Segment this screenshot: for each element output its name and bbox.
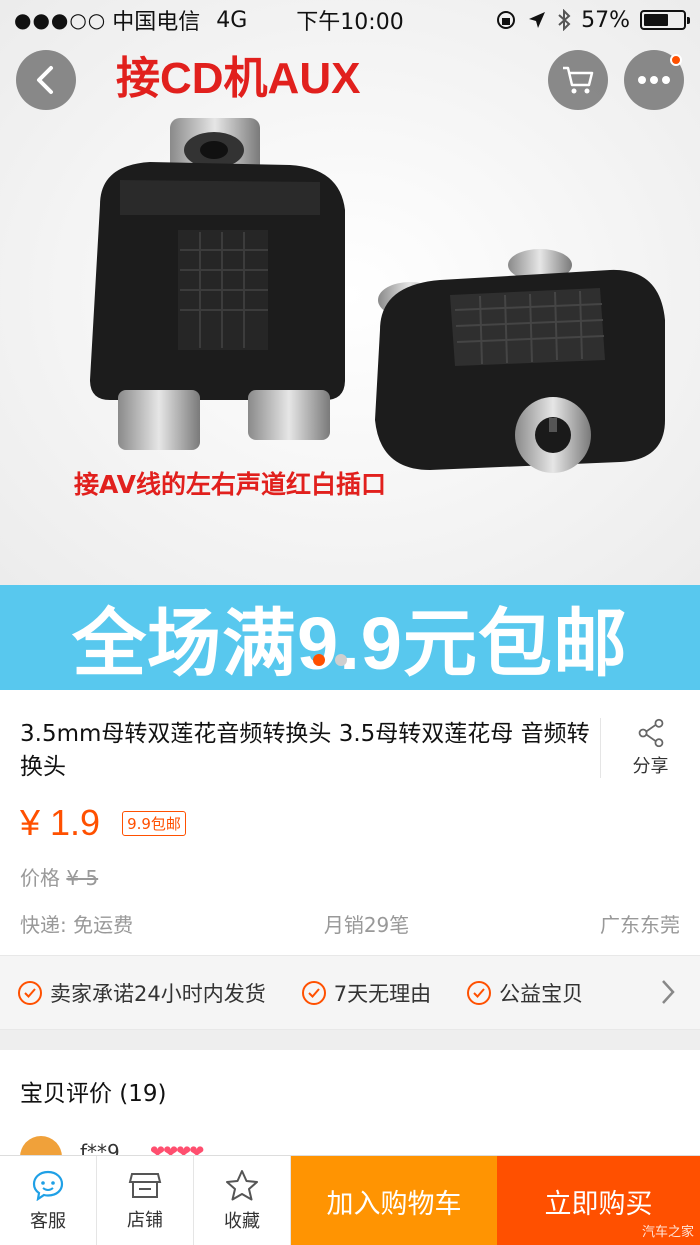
shipping-tag: 9.9包邮: [122, 810, 186, 836]
bluetooth-icon: [558, 9, 571, 31]
promo-banner: 全场满9.9元包邮: [0, 585, 700, 690]
carrier-name: 中国电信: [112, 10, 201, 35]
original-price-label: 价格: [20, 866, 60, 890]
promise-label: 7天无理由: [333, 981, 432, 1006]
network-type: 4G: [216, 7, 248, 33]
buy-now-label: 立即购买: [544, 1188, 653, 1220]
promise-label: 公益宝贝: [499, 981, 584, 1006]
buy-now-button[interactable]: 立即购买 汽车之家: [497, 1156, 700, 1245]
service-promises[interactable]: 卖家承诺24小时内发货 7天无理由 公益宝贝: [0, 955, 700, 1030]
image-title-overlay: 接CD机AUX: [116, 54, 361, 103]
product-detail-page: ●●●○○ 中国电信 4G 下午10:00 57% 接CD机AUX 接AV线的左…: [0, 0, 700, 1245]
cart-button[interactable]: [548, 50, 608, 110]
customer-service-button[interactable]: 客服: [0, 1156, 97, 1245]
promise-item: 7天无理由: [301, 978, 432, 1008]
location-arrow-icon: [529, 12, 546, 28]
check-circle-icon: [18, 980, 42, 1005]
reviews-title: 宝贝评价 (19): [20, 1081, 167, 1107]
add-to-cart-label: 加入购物车: [326, 1188, 462, 1220]
shipping-fee: 快递: 免运费: [20, 913, 134, 937]
favorite-button[interactable]: 收藏: [194, 1156, 291, 1245]
chevron-right-icon[interactable]: [660, 978, 676, 1006]
status-bar: ●●●○○ 中国电信 4G 下午10:00 57%: [0, 0, 700, 40]
share-label: 分享: [632, 756, 669, 777]
carousel-dot-active: [313, 654, 325, 666]
share-button[interactable]: 分享: [600, 718, 700, 778]
ship-from-location: 广东东莞: [600, 913, 680, 937]
current-price: ¥ 1.9: [20, 802, 101, 843]
carousel-dot: [335, 654, 347, 666]
shop-button[interactable]: 店铺: [97, 1156, 194, 1245]
signal-strength-icon: ●●●○○: [14, 8, 107, 32]
bottom-action-bar: 客服 店铺 收藏 加入购物车 立即购买 汽车之家: [0, 1155, 700, 1245]
customer-service-label: 客服: [30, 1211, 66, 1232]
monthly-sales: 月销29笔: [323, 913, 410, 937]
back-button[interactable]: [16, 50, 76, 110]
reviews-section[interactable]: 宝贝评价 (19) f**9 ❤❤❤❤: [0, 1050, 700, 1178]
promise-item: 卖家承诺24小时内发货: [18, 978, 266, 1008]
more-icon: [638, 76, 670, 84]
share-icon: [638, 718, 663, 748]
promise-label: 卖家承诺24小时内发货: [50, 981, 266, 1006]
check-circle-icon: [467, 980, 492, 1005]
shop-label: 店铺: [127, 1210, 163, 1231]
notification-dot: [670, 54, 682, 66]
star-icon: [226, 1170, 258, 1201]
favorite-label: 收藏: [224, 1211, 260, 1232]
check-circle-icon: [301, 980, 326, 1005]
clock: 下午10:00: [296, 10, 404, 35]
product-title: 3.5mm母转双莲花音频转换头 3.5母转双莲花母 音频转换头: [20, 721, 590, 780]
add-to-cart-button[interactable]: 加入购物车: [291, 1156, 497, 1245]
promo-text: 全场满9.9元包邮: [72, 602, 628, 685]
section-divider: [0, 1030, 700, 1050]
battery-percent: 57%: [581, 7, 630, 33]
shipping-row: 快递: 免运费 月销29笔 广东东莞: [0, 909, 700, 938]
battery-icon: [640, 10, 690, 30]
original-price: ¥ 5: [66, 866, 99, 890]
watermark: 汽车之家: [641, 1225, 694, 1240]
shop-icon: [128, 1173, 162, 1198]
rotation-lock-icon: [497, 11, 516, 29]
cart-icon: [563, 66, 594, 94]
product-info: 3.5mm母转双莲花音频转换头 3.5母转双莲花母 音频转换头 分享 ¥ 1.9…: [0, 690, 700, 938]
product-image-carousel[interactable]: ●●●○○ 中国电信 4G 下午10:00 57% 接CD机AUX 接AV线的左…: [0, 0, 700, 690]
carousel-indicator: [313, 654, 347, 666]
image-caption-overlay: 接AV线的左右声道红白插口: [74, 470, 387, 499]
promise-item: 公益宝贝: [467, 978, 583, 1008]
chevron-left-icon: [37, 66, 53, 94]
original-price-row: 价格 ¥ 5: [0, 862, 700, 891]
chat-face-icon: [32, 1170, 64, 1201]
